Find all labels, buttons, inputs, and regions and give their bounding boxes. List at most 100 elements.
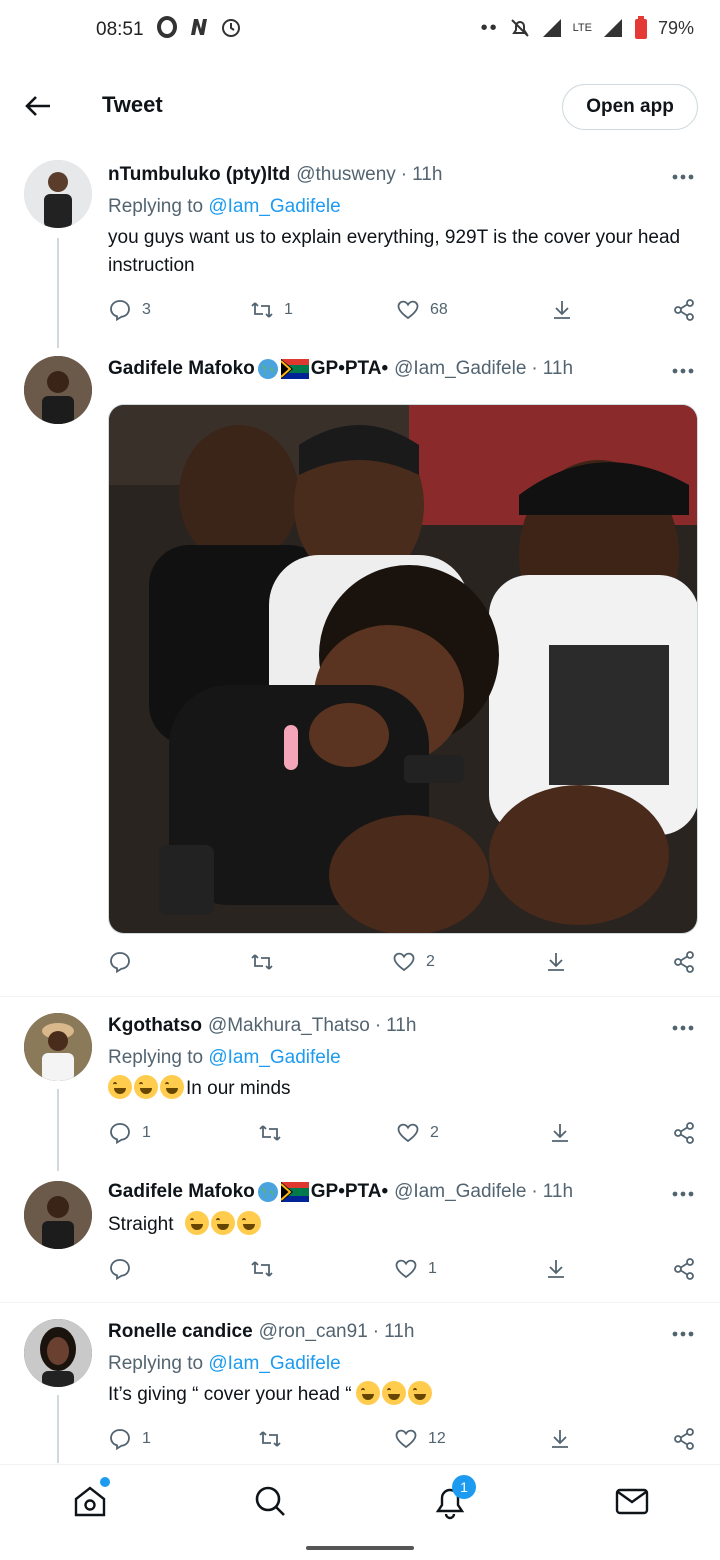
display-name-suffix[interactable]: GP•PTA• bbox=[311, 358, 388, 380]
like-button[interactable]: 2 bbox=[392, 950, 435, 974]
display-name[interactable]: Gadifele Mafoko bbox=[108, 358, 255, 380]
share-icon bbox=[674, 1122, 694, 1144]
south-africa-flag-icon bbox=[280, 359, 309, 379]
reply-tweet[interactable]: Ronelle candice @ron_can91 · 11h Replyin… bbox=[0, 1303, 720, 1463]
more-icon[interactable] bbox=[672, 1191, 694, 1197]
rofl-emoji-icon bbox=[381, 1381, 406, 1405]
tweet-text: It’s giving “ cover your head “ bbox=[108, 1384, 352, 1405]
display-name[interactable]: nTumbuluko (pty)ltd bbox=[108, 164, 290, 186]
user-handle[interactable]: @thusweny bbox=[296, 164, 396, 186]
replying-to: Replying to @Iam_Gadifele bbox=[108, 1353, 341, 1375]
reply-icon bbox=[110, 952, 130, 974]
retweet-button[interactable]: 1 bbox=[250, 298, 293, 322]
download-icon bbox=[554, 301, 570, 319]
joy-emoji-icon bbox=[160, 1075, 184, 1099]
signal-icon bbox=[542, 19, 561, 37]
more-icon[interactable] bbox=[672, 1025, 694, 1031]
download-button[interactable] bbox=[544, 1257, 568, 1281]
page-title: Tweet bbox=[102, 92, 163, 117]
avatar[interactable] bbox=[24, 1013, 92, 1081]
user-handle[interactable]: @Makhura_Thatso bbox=[208, 1015, 370, 1037]
mute-icon bbox=[510, 19, 529, 37]
avatar[interactable] bbox=[24, 1181, 92, 1249]
reply-tweet[interactable]: nTumbuluko (pty)ltd @thusweny · 11h Repl… bbox=[0, 150, 720, 350]
thread-line bbox=[57, 1395, 59, 1463]
replying-to: Replying to @Iam_Gadifele bbox=[108, 1047, 341, 1069]
more-icon[interactable] bbox=[672, 174, 694, 180]
reply-button[interactable]: 3 bbox=[108, 298, 151, 322]
replying-to-link[interactable]: @Iam_Gadifele bbox=[208, 1353, 340, 1374]
user-handle[interactable]: @ron_can91 bbox=[259, 1321, 368, 1343]
reply-button[interactable]: 1 bbox=[108, 1121, 151, 1145]
tweet-text: In our minds bbox=[186, 1078, 291, 1099]
replying-to-link[interactable]: @Iam_Gadifele bbox=[208, 1047, 340, 1068]
thread-line bbox=[57, 1089, 59, 1171]
rofl-emoji-icon bbox=[355, 1381, 380, 1405]
like-button[interactable]: 2 bbox=[396, 1121, 439, 1145]
timestamp[interactable]: 11h bbox=[543, 1181, 573, 1203]
reply-tweet[interactable]: Gadifele Mafoko GP•PTA• @Iam_Gadifele · … bbox=[0, 1171, 720, 1301]
reply-button[interactable] bbox=[108, 1257, 132, 1281]
display-name-suffix[interactable]: GP•PTA• bbox=[311, 1181, 388, 1203]
download-button[interactable] bbox=[548, 1427, 572, 1451]
tweet-actions: 2 bbox=[108, 950, 698, 980]
avatar[interactable] bbox=[24, 1319, 92, 1387]
nav-notifications[interactable]: 1 bbox=[430, 1475, 476, 1521]
timestamp[interactable]: 11h bbox=[543, 358, 573, 380]
reply-tweet[interactable]: Kgothatso @Makhura_Thatso · 11h Replying… bbox=[0, 997, 720, 1171]
tweet-text-row: It’s giving “ cover your head “ bbox=[108, 1381, 698, 1409]
replying-to-link[interactable]: @Iam_Gadifele bbox=[208, 196, 340, 217]
like-count: 1 bbox=[428, 1260, 437, 1277]
reply-button[interactable]: 1 bbox=[108, 1427, 151, 1451]
timestamp[interactable]: 11h bbox=[386, 1015, 416, 1037]
like-button[interactable]: 12 bbox=[394, 1427, 446, 1451]
retweet-button[interactable] bbox=[250, 950, 274, 974]
open-app-button[interactable]: Open app bbox=[562, 84, 698, 130]
reply-icon bbox=[110, 1429, 130, 1451]
nav-home[interactable] bbox=[70, 1477, 110, 1521]
avatar[interactable] bbox=[24, 160, 92, 228]
timestamp[interactable]: 11h bbox=[384, 1321, 414, 1343]
heart-icon bbox=[397, 300, 419, 320]
user-handle[interactable]: @Iam_Gadifele bbox=[394, 1181, 526, 1203]
avatar[interactable] bbox=[24, 356, 92, 424]
share-button[interactable] bbox=[672, 1257, 696, 1281]
more-icon[interactable] bbox=[672, 1331, 694, 1337]
share-button[interactable] bbox=[672, 298, 696, 322]
timestamp[interactable]: 11h bbox=[412, 164, 442, 186]
download-button[interactable] bbox=[544, 950, 568, 974]
south-africa-flag-icon bbox=[280, 1182, 309, 1202]
retweet-button[interactable] bbox=[250, 1257, 274, 1281]
download-button[interactable] bbox=[550, 298, 574, 322]
like-count: 2 bbox=[426, 953, 435, 970]
like-button[interactable]: 68 bbox=[396, 298, 448, 322]
bottom-nav: 1 bbox=[0, 1464, 720, 1536]
share-button[interactable] bbox=[672, 1121, 696, 1145]
top-header: Tweet Open app bbox=[0, 70, 720, 142]
share-button[interactable] bbox=[672, 950, 696, 974]
reply-button[interactable] bbox=[108, 950, 132, 974]
rofl-emoji-icon bbox=[407, 1381, 432, 1405]
more-icon[interactable] bbox=[672, 368, 694, 374]
tweet-header: nTumbuluko (pty)ltd @thusweny · 11h bbox=[108, 164, 442, 186]
like-button[interactable]: 1 bbox=[394, 1257, 437, 1281]
share-button[interactable] bbox=[672, 1427, 696, 1451]
notification-badge: 1 bbox=[452, 1475, 476, 1499]
user-handle[interactable]: @Iam_Gadifele bbox=[394, 358, 526, 380]
nav-messages[interactable] bbox=[612, 1481, 652, 1521]
retweet-count: 1 bbox=[284, 301, 293, 318]
retweet-button[interactable] bbox=[258, 1121, 282, 1145]
display-name[interactable]: Ronelle candice bbox=[108, 1321, 253, 1343]
retweet-button[interactable] bbox=[258, 1427, 282, 1451]
back-arrow-icon[interactable] bbox=[22, 90, 54, 122]
display-name[interactable]: Kgothatso bbox=[108, 1015, 202, 1037]
tweet-photo[interactable] bbox=[108, 404, 698, 934]
gesture-bar[interactable] bbox=[306, 1546, 414, 1550]
tweet-text: you guys want us to explain everything, … bbox=[108, 227, 681, 276]
nba-app-icon bbox=[191, 19, 207, 35]
display-name[interactable]: Gadifele Mafoko bbox=[108, 1181, 255, 1203]
nav-search[interactable] bbox=[250, 1481, 290, 1521]
download-button[interactable] bbox=[548, 1121, 572, 1145]
separator-dot: · bbox=[374, 1015, 382, 1036]
reply-count: 3 bbox=[142, 301, 151, 318]
